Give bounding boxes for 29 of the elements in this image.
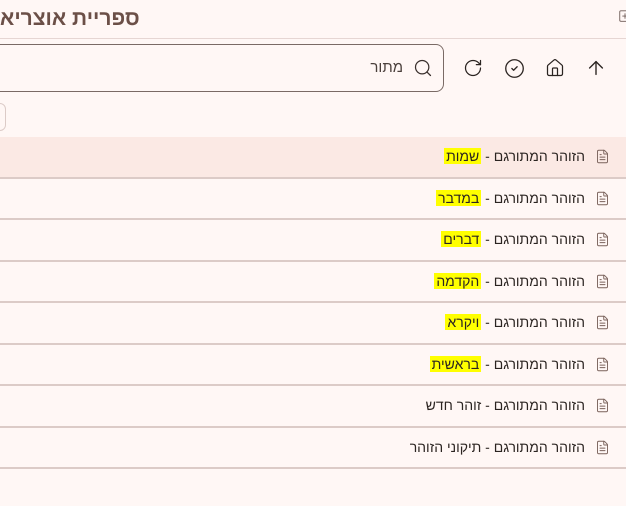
document-icon	[595, 440, 610, 455]
document-icon	[595, 356, 610, 372]
document-icon	[595, 398, 610, 414]
book-title: הזוהר המתורגם - הקדמה	[434, 272, 585, 291]
window-title: ספריית אוצריא	[0, 6, 140, 32]
document-icon	[595, 149, 610, 164]
book-row[interactable]: הזוהר המתורגם - תיקוני הזוהר	[0, 428, 626, 469]
document-icon	[595, 190, 610, 206]
select-button[interactable]	[502, 56, 526, 80]
search-input[interactable]: מתור	[0, 56, 403, 80]
book-title: הזוהר המתורגם - דברים	[441, 230, 585, 250]
book-title: הזוהר המתורגם - שמות	[444, 147, 585, 166]
book-row[interactable]: הזוהר המתורגם - שמות	[0, 137, 626, 178]
book-row[interactable]: הזוהר המתורגם - דברים	[0, 220, 626, 262]
document-icon	[595, 274, 610, 289]
book-title: הזוהר המתורגם - בראשית	[430, 354, 585, 374]
book-row[interactable]: הזוהר המתורגם - ויקרא	[0, 303, 626, 344]
book-title: הזוהר המתורגם - תיקוני הזוהר	[410, 438, 585, 457]
document-icon	[595, 315, 610, 330]
book-title: הזוהר המתורגם - זוהר חדש	[426, 396, 585, 416]
book-row[interactable]: הזוהר המתורגם - בראשית	[0, 344, 626, 386]
search-icon	[413, 58, 433, 78]
book-row[interactable]: הזוהר המתורגם - במדבר	[0, 178, 626, 220]
book-title: הזוהר המתורגם - ויקרא	[445, 313, 585, 332]
search-field[interactable]: מתור	[0, 44, 444, 92]
document-icon	[595, 232, 610, 248]
book-title: הזוהר המתורגם - במדבר	[436, 188, 585, 208]
book-row[interactable]: הזוהר המתורגם - הקדמה	[0, 262, 626, 303]
book-row[interactable]: הזוהר המתורגם - זוהר חדש	[0, 386, 626, 428]
